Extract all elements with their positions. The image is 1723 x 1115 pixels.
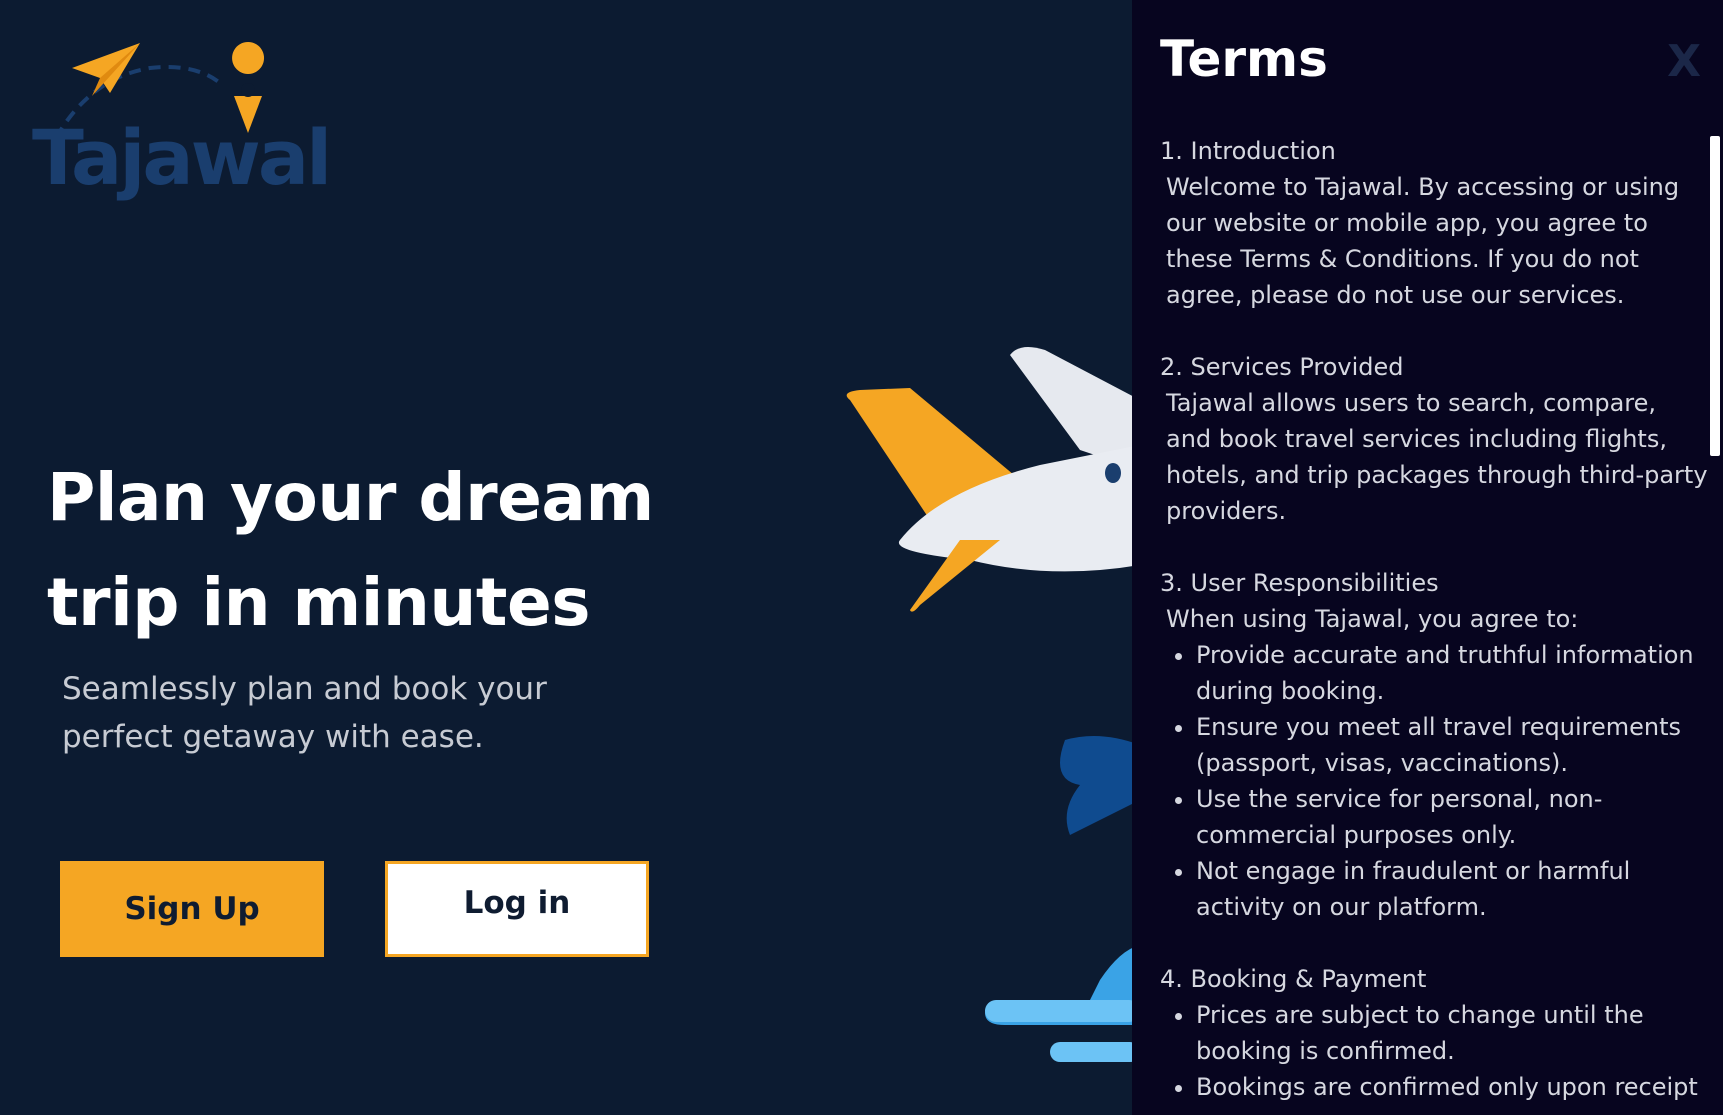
list-item: Use the service for personal, non-commer… [1196, 781, 1708, 853]
section-heading: 4. Booking & Payment [1160, 965, 1427, 993]
login-button[interactable]: Log in [385, 861, 649, 957]
responsibilities-list: Provide accurate and truthful informatio… [1160, 637, 1708, 925]
terms-content[interactable]: 1. Introduction Welcome to Tajawal. By a… [1160, 133, 1708, 1115]
logo-wordmark: Tajawal [32, 113, 332, 202]
terms-section-services: 2. Services Provided Tajawal allows user… [1160, 349, 1708, 529]
terms-section-booking: 4. Booking & Payment Prices are subject … [1160, 961, 1708, 1105]
cloud-streak-1 [985, 1000, 1140, 1022]
cloud-streak-2 [1050, 1042, 1140, 1062]
section-text: When using Tajawal, you agree to: [1166, 605, 1579, 633]
section-heading: 2. Services Provided [1160, 353, 1404, 381]
list-item: Bookings are confirmed only upon receipt [1196, 1069, 1708, 1105]
tajawal-logo[interactable]: Tajawal [30, 38, 332, 208]
terms-title: Terms [1160, 30, 1328, 88]
airplane-illustration [846, 346, 1140, 1062]
section-text: Tajawal allows users to search, compare,… [1166, 389, 1708, 525]
terms-section-responsibilities: 3. User Responsibilities When using Taja… [1160, 565, 1708, 925]
hero-title: Plan your dream trip in minutes [47, 445, 767, 655]
section-heading: 3. User Responsibilities [1160, 569, 1439, 597]
list-item: Provide accurate and truthful informatio… [1196, 637, 1708, 709]
hero-title-line1: Plan your dream [47, 459, 654, 536]
hero-subtitle-line2: perfect getaway with ease. [62, 719, 484, 755]
terms-scrollbar[interactable] [1710, 136, 1720, 456]
signup-button[interactable]: Sign Up [60, 861, 324, 957]
list-item: Ensure you meet all travel requirements … [1196, 709, 1708, 781]
hero-title-line2: trip in minutes [47, 564, 591, 641]
terms-section-introduction: 1. Introduction Welcome to Tajawal. By a… [1160, 133, 1708, 313]
terms-panel[interactable]: Terms X 1. Introduction Welcome to Tajaw… [1132, 0, 1723, 1115]
section-heading: 1. Introduction [1160, 137, 1336, 165]
list-item: Not engage in fraudulent or harmful acti… [1196, 853, 1708, 925]
close-icon[interactable]: X [1667, 36, 1701, 87]
plane-window [1105, 463, 1121, 483]
hero-subtitle: Seamlessly plan and book your perfect ge… [62, 665, 622, 761]
leaf-decoration [1060, 736, 1140, 835]
section-text: Welcome to Tajawal. By accessing or usin… [1166, 173, 1680, 309]
list-item: Prices are subject to change until the b… [1196, 997, 1708, 1069]
hero-subtitle-line1: Seamlessly plan and book your [62, 671, 547, 707]
booking-list: Prices are subject to change until the b… [1160, 997, 1708, 1105]
landing-page: Tajawal Plan your dream trip in minutes … [0, 0, 1723, 1115]
